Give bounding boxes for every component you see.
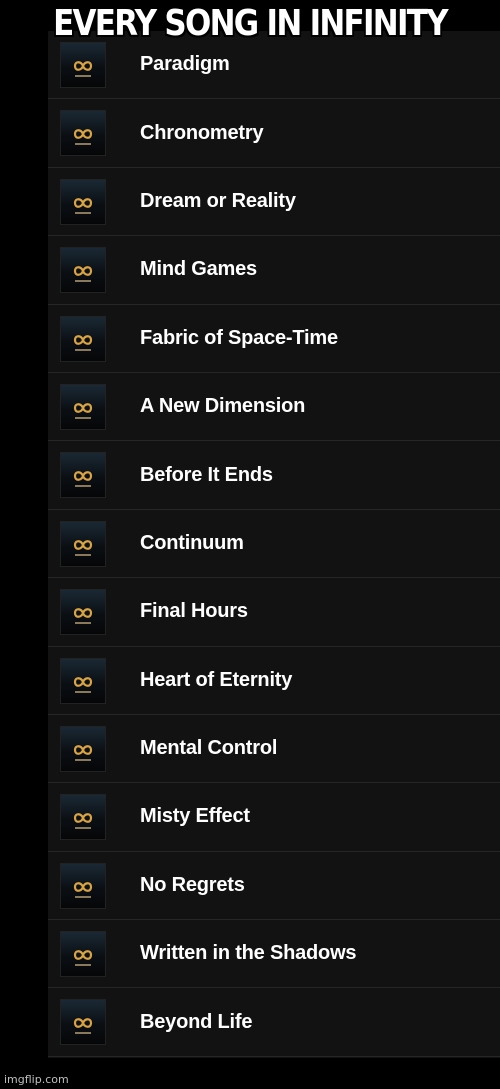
album-art [60, 725, 106, 772]
album-art [60, 383, 106, 430]
album-art [60, 452, 106, 499]
album-art [60, 247, 106, 294]
track-row[interactable]: Fabric of Space-Time [48, 305, 500, 373]
meme-caption: EVERY SONG IN INFINITY [53, 3, 448, 44]
track-row[interactable]: Heart of Eternity [48, 647, 500, 715]
track-row[interactable]: Continuum [48, 510, 500, 579]
album-art [60, 520, 106, 567]
track-title: Mind Games [140, 258, 257, 281]
track-title: Continuum [140, 531, 244, 554]
track-row[interactable]: A New Dimension [48, 373, 500, 442]
track-title: Final Hours [140, 600, 248, 623]
watermark: imgflip.com [4, 1073, 69, 1086]
track-row[interactable]: Written in the Shadows [48, 920, 500, 989]
track-row[interactable]: Dream or Reality [48, 168, 500, 237]
track-title: Paradigm [140, 53, 230, 76]
track-row[interactable]: Beyond Life [48, 988, 500, 1057]
album-art [60, 657, 106, 704]
track-row[interactable]: Misty Effect [48, 783, 500, 852]
album-art [60, 178, 106, 225]
track-title: Fabric of Space-Time [140, 326, 338, 349]
track-title: Heart of Eternity [140, 668, 293, 691]
track-list: Paradigm Chronometry Dream or Reality Mind … [48, 31, 500, 1058]
track-row[interactable]: Chronometry [48, 99, 500, 168]
album-art [60, 931, 106, 978]
track-title: Beyond Life [140, 1010, 253, 1033]
track-title: Written in the Shadows [140, 942, 357, 965]
track-title: A New Dimension [140, 395, 306, 418]
track-row[interactable]: Final Hours [48, 578, 500, 647]
album-art [60, 794, 106, 841]
album-art [60, 42, 106, 88]
track-title: Before It Ends [140, 463, 273, 486]
track-row[interactable]: Mind Games [48, 236, 500, 305]
album-art [60, 999, 106, 1046]
track-row[interactable]: No Regrets [48, 852, 500, 921]
track-title: Dream or Reality [140, 189, 296, 212]
album-art [60, 315, 106, 362]
album-art [60, 862, 106, 909]
track-row[interactable]: Mental Control [48, 715, 500, 784]
track-title: No Regrets [140, 873, 245, 896]
track-title: Chronometry [140, 121, 264, 144]
album-art [60, 110, 106, 157]
track-row[interactable]: Before It Ends [48, 441, 500, 510]
track-title: Misty Effect [140, 805, 250, 828]
track-title: Mental Control [140, 737, 278, 760]
album-art [60, 589, 106, 636]
